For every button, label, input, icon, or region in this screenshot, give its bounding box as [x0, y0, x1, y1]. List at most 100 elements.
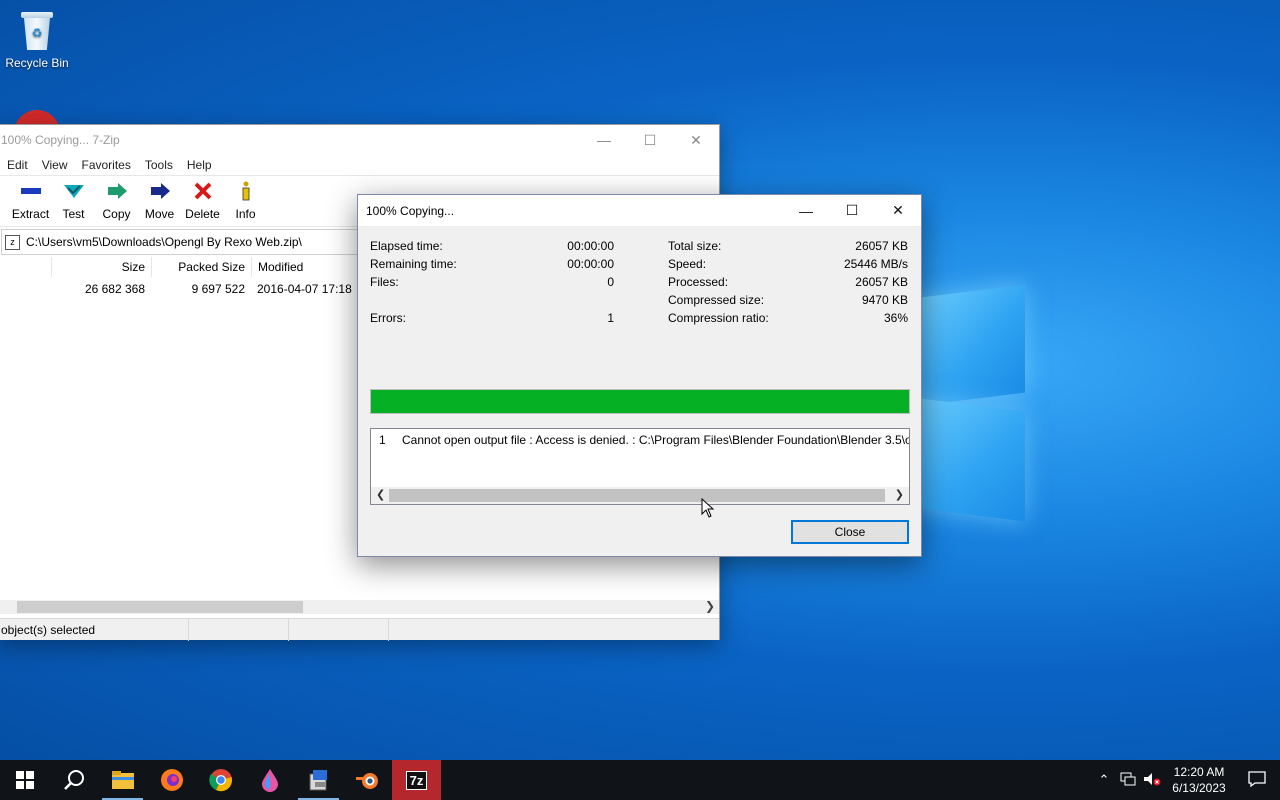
taskbar-blender[interactable]	[343, 760, 392, 800]
search-icon	[63, 770, 84, 790]
delete-icon	[190, 181, 216, 201]
horizontal-scrollbar[interactable]: ❯	[0, 599, 719, 614]
stat-value: 0	[607, 275, 614, 289]
stat-remaining-time: Remaining time: 00:00:00	[370, 257, 614, 273]
stat-value: 36%	[883, 311, 908, 325]
start-button[interactable]	[0, 760, 49, 800]
stat-label: Speed:	[668, 257, 707, 271]
stat-elapsed-time: Elapsed time: 00:00:00	[370, 239, 614, 255]
stat-compression-ratio: Compression ratio: 36%	[668, 311, 908, 327]
windows-icon	[15, 771, 34, 789]
chevron-up-icon[interactable]: ⌃	[1092, 772, 1116, 788]
column-headers: Size Packed Size Modified	[0, 257, 357, 277]
clock-date: 6/13/2023	[1172, 781, 1226, 795]
error-message-list[interactable]: 1 Cannot open output file : Access is den…	[370, 428, 910, 505]
status-cell	[289, 618, 389, 641]
close-button[interactable]: Close	[791, 520, 909, 544]
drop-icon	[261, 769, 278, 792]
maximize-button[interactable]: ☐	[627, 125, 673, 155]
volume-muted-icon[interactable]	[1140, 772, 1164, 789]
column-modified[interactable]: Modified	[251, 257, 357, 277]
system-tray: ⌃ 12:20 AM 6/13/2023	[1092, 760, 1280, 800]
stat-value: 25446 MB/s	[843, 257, 908, 271]
desktop: ♻ Recycle Bin 100% Copying... 7-Zip — ☐ …	[0, 0, 1280, 760]
notification-icon[interactable]	[1234, 770, 1280, 790]
taskbar-file-explorer[interactable]	[98, 760, 147, 800]
scroll-right-icon[interactable]: ❯	[705, 599, 715, 613]
menu-favorites[interactable]: Favorites	[81, 158, 130, 172]
info-icon	[233, 181, 259, 201]
table-row[interactable]: 26 682 368 9 697 522 2016-04-07 17:18	[0, 279, 357, 299]
installer-icon	[309, 770, 327, 791]
blender-icon	[355, 773, 378, 789]
desktop-icon-recycle-bin[interactable]: ♻ Recycle Bin	[4, 8, 70, 70]
scrollbar-thumb[interactable]	[389, 489, 885, 502]
dialog-titlebar[interactable]: 100% Copying... — ☐ ✕	[358, 195, 921, 226]
close-window-button[interactable]: ✕	[673, 125, 719, 155]
stat-errors: Errors: 1	[370, 311, 614, 327]
taskbar: 7z ⌃ 12:20 AM 6/13/2023	[0, 760, 1280, 800]
message-horizontal-scrollbar[interactable]: ❮ ❯	[371, 487, 909, 504]
file-manager-titlebar[interactable]: 100% Copying... 7-Zip — ☐ ✕	[0, 125, 719, 155]
taskbar-installer[interactable]	[294, 760, 343, 800]
scroll-right-icon[interactable]: ❯	[895, 488, 904, 501]
taskbar-clock[interactable]: 12:20 AM 6/13/2023	[1164, 764, 1234, 796]
menu-bar: Edit View Favorites Tools Help	[0, 155, 719, 175]
column-size[interactable]: Size	[51, 257, 151, 277]
copy-button[interactable]: Copy	[95, 176, 138, 221]
test-button[interactable]: Test	[52, 176, 95, 221]
maximize-button[interactable]: ☐	[829, 196, 875, 226]
stat-compressed-size: Compressed size: 9470 KB	[668, 293, 908, 309]
delete-button[interactable]: Delete	[181, 176, 224, 221]
test-label: Test	[62, 207, 85, 221]
close-window-button[interactable]: ✕	[875, 196, 921, 226]
extract-button[interactable]: Extract	[9, 176, 52, 221]
move-button[interactable]: Move	[138, 176, 181, 221]
extract-icon	[18, 181, 44, 201]
stat-label: Compression ratio:	[668, 311, 769, 325]
scroll-left-icon[interactable]: ❮	[376, 488, 385, 501]
stat-value: 26057 KB	[855, 275, 908, 289]
stat-processed: Processed: 26057 KB	[668, 275, 908, 291]
minimize-button[interactable]: —	[581, 125, 627, 155]
recycle-bin-icon: ♻	[18, 8, 56, 52]
stat-value: 9470 KB	[861, 293, 908, 307]
message-text: Cannot open output file : Access is deni…	[402, 433, 909, 447]
network-icon[interactable]	[1116, 772, 1140, 789]
folder-icon	[111, 771, 134, 789]
progress-bar-fill	[371, 390, 909, 413]
taskbar-7zip[interactable]: 7z	[392, 760, 441, 800]
stat-value: 00:00:00	[567, 257, 614, 271]
stat-total-size: Total size: 26057 KB	[668, 239, 908, 255]
menu-view[interactable]: View	[42, 158, 68, 172]
test-icon	[61, 181, 87, 201]
menu-help[interactable]: Help	[187, 158, 212, 172]
info-button[interactable]: Info	[224, 176, 267, 221]
mouse-cursor-icon	[701, 498, 715, 518]
7zip-icon: 7z	[405, 770, 428, 790]
search-button[interactable]	[49, 760, 98, 800]
delete-label: Delete	[185, 207, 220, 221]
stat-label: Processed:	[668, 275, 729, 289]
taskbar-firefox[interactable]	[147, 760, 196, 800]
stat-label: Remaining time:	[370, 257, 457, 271]
copy-label: Copy	[102, 207, 131, 221]
column-packed-size[interactable]: Packed Size	[151, 257, 251, 277]
window-title: 100% Copying... 7-Zip	[1, 133, 120, 147]
status-bar: object(s) selected	[0, 618, 719, 641]
status-selected: object(s) selected	[0, 618, 189, 641]
scrollbar-thumb[interactable]	[17, 601, 303, 613]
message-index: 1	[379, 433, 386, 447]
info-label: Info	[235, 207, 256, 221]
stat-value: 00:00:00	[567, 239, 614, 253]
extract-label: Extract	[11, 207, 50, 221]
menu-edit[interactable]: Edit	[7, 158, 28, 172]
stat-label: Elapsed time:	[370, 239, 443, 253]
menu-tools[interactable]: Tools	[145, 158, 173, 172]
minimize-button[interactable]: —	[783, 196, 829, 226]
taskbar-krita[interactable]	[245, 760, 294, 800]
list-item[interactable]: 1 Cannot open output file : Access is den…	[379, 433, 909, 447]
taskbar-chrome[interactable]	[196, 760, 245, 800]
stat-value: 26057 KB	[855, 239, 908, 253]
address-bar[interactable]: z C:\Users\vm5\Downloads\Opengl By Rexo …	[1, 229, 359, 255]
